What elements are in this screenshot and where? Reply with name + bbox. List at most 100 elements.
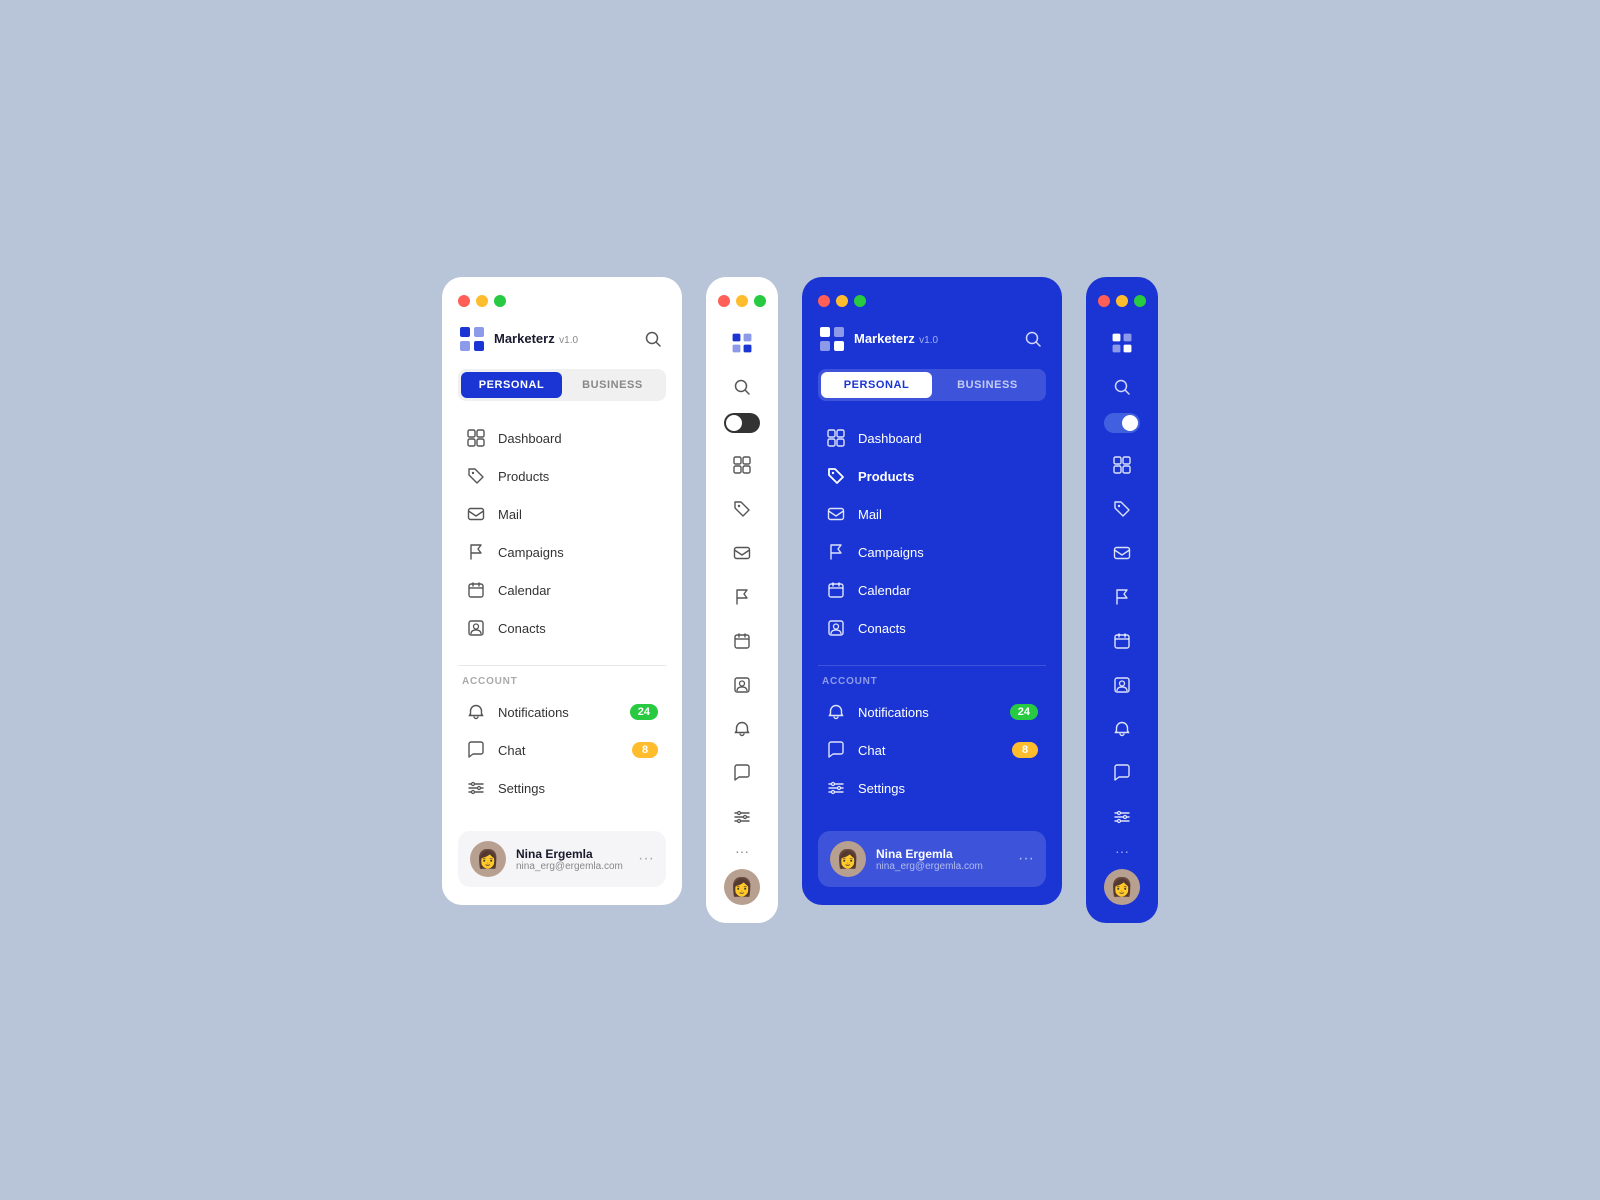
nav-item-campaigns-dark[interactable]: Campaigns (818, 533, 1046, 571)
nav-label-mail-dark: Mail (858, 507, 1038, 522)
nav-item-contacts-dark[interactable]: Conacts (818, 609, 1046, 647)
notifications-badge-dark: 24 (1010, 704, 1038, 720)
calendar-icon-collapsed-light[interactable] (724, 623, 760, 659)
tab-personal-light[interactable]: PERSONAL (461, 372, 562, 398)
mail-icon-dark (826, 504, 846, 524)
app-name-dark: Marketerz v1.0 (854, 330, 938, 348)
logo-icon (458, 325, 486, 353)
nav-item-dashboard-light[interactable]: Dashboard (458, 419, 666, 457)
nav-item-contacts-light[interactable]: Conacts (458, 609, 666, 647)
dot-yellow-2 (736, 295, 748, 307)
nav-label-calendar-light: Calendar (498, 583, 658, 598)
flag-icon-dark (826, 542, 846, 562)
dot-red-4 (1098, 295, 1110, 307)
search-button-dark[interactable] (1020, 326, 1046, 352)
contact-icon-dark (826, 618, 846, 638)
settings-icon-collapsed-light[interactable] (724, 799, 760, 835)
sidebar-light-full: Marketerz v1.0 PERSONAL BUSINESS (442, 277, 682, 905)
dot-red (458, 295, 470, 307)
tag-icon-collapsed-dark[interactable] (1104, 491, 1140, 527)
nav-item-dashboard-dark[interactable]: Dashboard (818, 419, 1046, 457)
user-footer-dark: 👩 Nina Ergemla nina_erg@ergemla.com ··· (818, 815, 1046, 887)
nav-item-chat-dark[interactable]: Chat 8 (818, 731, 1046, 769)
contact-icon-collapsed-light[interactable] (724, 667, 760, 703)
header-light: Marketerz v1.0 (458, 325, 666, 353)
avatar-dark: 👩 (830, 841, 866, 877)
search-icon-collapsed-dark[interactable] (1104, 369, 1140, 405)
page-wrapper: Marketerz v1.0 PERSONAL BUSINESS (402, 237, 1198, 963)
user-name-dark: Nina Ergemla (876, 847, 1008, 861)
user-more-dark: ··· (1018, 850, 1034, 868)
sidebar-light-collapsed: ··· 👩 (706, 277, 778, 923)
search-icon-collapsed-light[interactable] (724, 369, 760, 405)
header-dark: Marketerz v1.0 (818, 325, 1046, 353)
chat-badge-light: 8 (632, 742, 658, 758)
avatar-collapsed-dark[interactable]: 👩 (1104, 869, 1140, 905)
tab-personal-dark[interactable]: PERSONAL (821, 372, 932, 398)
nav-main-light: Dashboard Products (458, 419, 666, 647)
app-name-light: Marketerz v1.0 (494, 330, 578, 348)
toggle-dark[interactable] (1104, 413, 1140, 433)
nav-item-calendar-light[interactable]: Calendar (458, 571, 666, 609)
grid-icon-collapsed-dark[interactable] (1104, 447, 1140, 483)
nav-item-mail-light[interactable]: Mail (458, 495, 666, 533)
flag-icon-light (466, 542, 486, 562)
toggle-light[interactable] (724, 413, 760, 433)
user-card-light[interactable]: 👩 Nina Ergemla nina_erg@ergemla.com ··· (458, 831, 666, 887)
nav-item-chat-light[interactable]: Chat 8 (458, 731, 666, 769)
account-section-dark: ACCOUNT Notifications 24 Chat (818, 676, 1046, 807)
user-card-dark[interactable]: 👩 Nina Ergemla nina_erg@ergemla.com ··· (818, 831, 1046, 887)
bell-icon-collapsed-dark[interactable] (1104, 711, 1140, 747)
logo-icon-collapsed-dark (1104, 325, 1140, 361)
dot-yellow (476, 295, 488, 307)
tag-icon-collapsed-light[interactable] (724, 491, 760, 527)
tab-business-dark[interactable]: BUSINESS (932, 372, 1043, 398)
flag-icon-collapsed-light[interactable] (724, 579, 760, 615)
logo-area-dark: Marketerz v1.0 (818, 325, 938, 353)
mail-icon-collapsed-light[interactable] (724, 535, 760, 571)
nav-item-products-light[interactable]: Products (458, 457, 666, 495)
avatar-collapsed-light[interactable]: 👩 (724, 869, 760, 905)
notifications-badge-light: 24 (630, 704, 658, 720)
chat-badge-dark: 8 (1012, 742, 1038, 758)
account-label-dark: ACCOUNT (818, 676, 1046, 687)
calendar-icon-dark (826, 580, 846, 600)
user-more-light: ··· (638, 850, 654, 868)
nav-label-dashboard-light: Dashboard (498, 431, 658, 446)
nav-item-products-dark[interactable]: Products (818, 457, 1046, 495)
user-name-light: Nina Ergemla (516, 847, 628, 861)
chat-icon-collapsed-light[interactable] (724, 755, 760, 791)
nav-label-notifications-light: Notifications (498, 705, 618, 720)
tab-switcher-dark: PERSONAL BUSINESS (818, 369, 1046, 401)
more-dots-collapsed-light[interactable]: ··· (735, 843, 749, 859)
chat-icon-collapsed-dark[interactable] (1104, 755, 1140, 791)
nav-item-notifications-dark[interactable]: Notifications 24 (818, 693, 1046, 731)
logo-area: Marketerz v1.0 (458, 325, 578, 353)
flag-icon-collapsed-dark[interactable] (1104, 579, 1140, 615)
nav-label-products-dark: Products (858, 469, 1038, 484)
nav-item-campaigns-light[interactable]: Campaigns (458, 533, 666, 571)
dot-green-4 (1134, 295, 1146, 307)
more-dots-collapsed-dark[interactable]: ··· (1115, 843, 1129, 859)
calendar-icon-collapsed-dark[interactable] (1104, 623, 1140, 659)
bell-icon-collapsed-light[interactable] (724, 711, 760, 747)
nav-item-notifications-light[interactable]: Notifications 24 (458, 693, 666, 731)
nav-item-mail-dark[interactable]: Mail (818, 495, 1046, 533)
search-button-light[interactable] (640, 326, 666, 352)
mail-icon-collapsed-dark[interactable] (1104, 535, 1140, 571)
dot-red-2 (718, 295, 730, 307)
nav-item-calendar-dark[interactable]: Calendar (818, 571, 1046, 609)
grid-icon-dark (826, 428, 846, 448)
nav-label-notifications-dark: Notifications (858, 705, 998, 720)
nav-item-settings-light[interactable]: Settings (458, 769, 666, 807)
grid-icon-collapsed-light[interactable] (724, 447, 760, 483)
settings-icon-collapsed-dark[interactable] (1104, 799, 1140, 835)
tag-icon-dark (826, 466, 846, 486)
user-info-light: Nina Ergemla nina_erg@ergemla.com (516, 847, 628, 872)
nav-label-contacts-light: Conacts (498, 621, 658, 636)
divider-dark (818, 665, 1046, 666)
contact-icon-collapsed-dark[interactable] (1104, 667, 1140, 703)
user-email-dark: nina_erg@ergemla.com (876, 861, 1008, 872)
tab-business-light[interactable]: BUSINESS (562, 372, 663, 398)
nav-item-settings-dark[interactable]: Settings (818, 769, 1046, 807)
